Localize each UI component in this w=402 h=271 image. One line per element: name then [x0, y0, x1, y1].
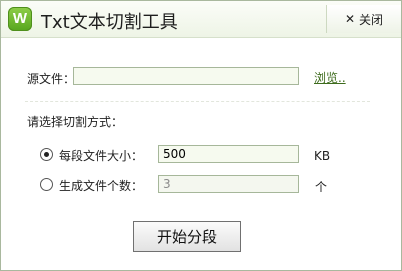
window-title: Txt文本切割工具 [41, 12, 178, 33]
title-bar: W Txt文本切割工具 ✕ 关闭 [1, 1, 401, 38]
section-divider [25, 101, 370, 102]
split-mode-prompt: 请选择切割方式： [27, 115, 124, 129]
close-button[interactable]: ✕ 关闭 [326, 5, 401, 33]
radio-selected-dot [44, 152, 49, 157]
app-logo-icon: W [8, 7, 32, 31]
source-file-label: 源文件： [27, 72, 76, 86]
app-window: W Txt文本切割工具 ✕ 关闭 源文件： 浏览.. 请选择切割方式： 每段文件… [0, 0, 402, 271]
file-count-input[interactable] [158, 175, 299, 193]
browse-link[interactable]: 浏览.. [314, 69, 346, 86]
segment-size-input[interactable] [158, 145, 299, 163]
start-split-button[interactable]: 开始分段 [133, 221, 241, 252]
close-icon: ✕ [344, 12, 356, 26]
close-label: 关闭 [359, 12, 384, 27]
split-by-size-label: 每段文件大小： [59, 149, 144, 163]
radio-split-by-size[interactable] [40, 148, 53, 161]
radio-split-by-count[interactable] [40, 178, 53, 191]
source-file-input[interactable] [73, 67, 299, 85]
size-unit-label: KB [314, 149, 331, 163]
count-unit-label: 个 [315, 180, 328, 194]
split-by-count-label: 生成文件个数： [59, 179, 144, 193]
